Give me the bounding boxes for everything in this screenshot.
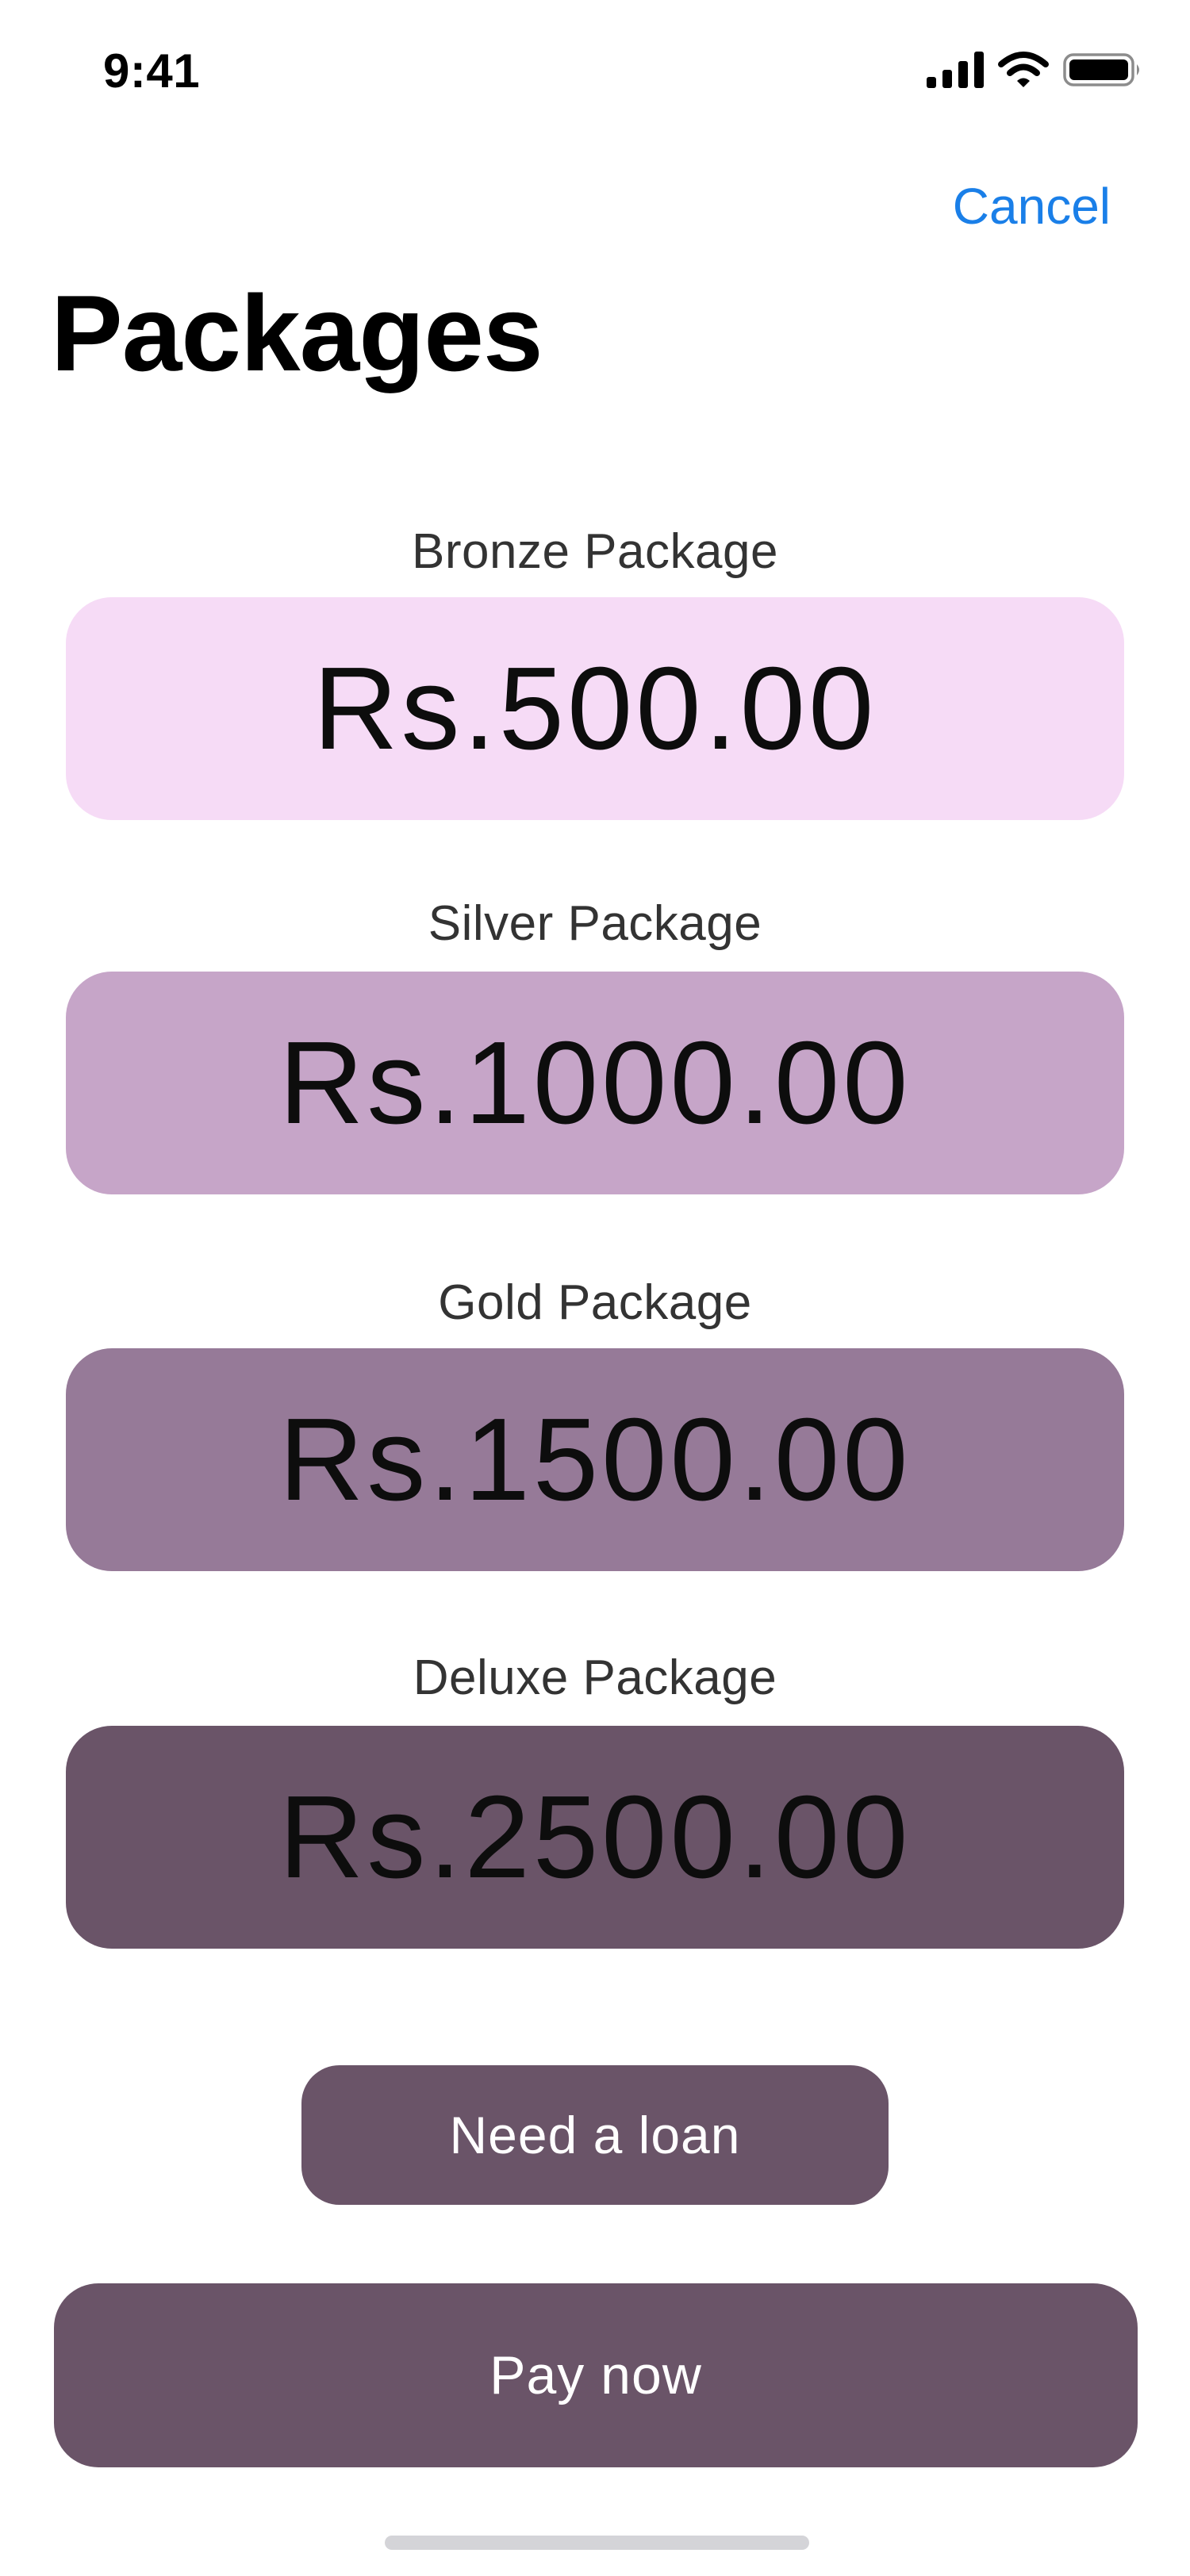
cancel-button[interactable]: Cancel bbox=[953, 177, 1111, 236]
package-label-deluxe: Deluxe Package bbox=[413, 1650, 777, 1705]
page-title: Packages bbox=[51, 273, 543, 393]
package-label-bronze: Bronze Package bbox=[412, 524, 778, 579]
wifi-icon bbox=[998, 51, 1049, 92]
cellular-signal-icon bbox=[927, 51, 984, 92]
home-indicator[interactable] bbox=[385, 2536, 809, 2550]
status-icons bbox=[927, 51, 1142, 92]
package-price-silver: Rs.1000.00 bbox=[278, 1017, 912, 1148]
package-card-deluxe[interactable]: Rs.2500.00 bbox=[66, 1726, 1124, 1949]
package-label-silver: Silver Package bbox=[428, 896, 762, 951]
package-price-bronze: Rs.500.00 bbox=[313, 642, 877, 774]
package-card-gold[interactable]: Rs.1500.00 bbox=[66, 1348, 1124, 1571]
package-card-bronze[interactable]: Rs.500.00 bbox=[66, 597, 1124, 820]
status-time: 9:41 bbox=[103, 44, 201, 98]
need-loan-button[interactable]: Need a loan bbox=[301, 2065, 889, 2205]
package-price-gold: Rs.1500.00 bbox=[278, 1393, 912, 1525]
pay-now-button[interactable]: Pay now bbox=[54, 2283, 1138, 2467]
battery-icon bbox=[1063, 52, 1142, 92]
package-label-gold: Gold Package bbox=[438, 1275, 752, 1330]
package-card-silver[interactable]: Rs.1000.00 bbox=[66, 972, 1124, 1194]
package-price-deluxe: Rs.2500.00 bbox=[278, 1771, 912, 1903]
